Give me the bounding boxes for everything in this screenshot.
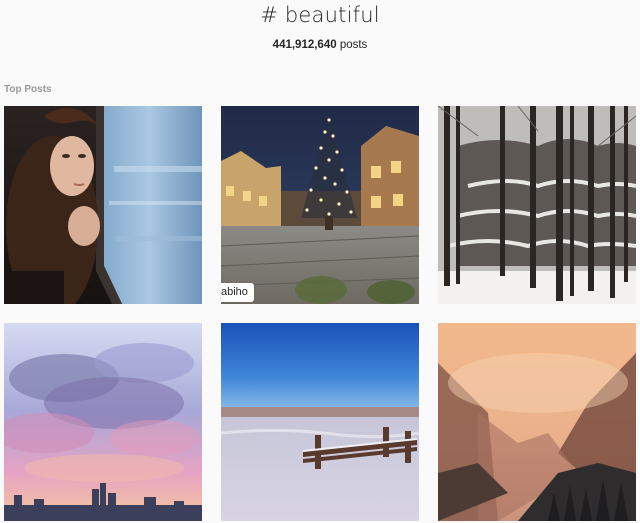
- post-count: 441,912,640 posts: [0, 39, 640, 51]
- top-posts-heading: Top Posts: [4, 84, 52, 95]
- post-count-number: 441,912,640: [272, 39, 337, 51]
- post-thumbnail-misty-valley[interactable]: [438, 323, 636, 521]
- post-image: [438, 323, 636, 521]
- post-thumbnail-woman-train-window[interactable]: [4, 106, 202, 304]
- post-image: [4, 106, 202, 304]
- hashtag-page: # beautiful 441,912,640 posts Top Posts: [0, 0, 640, 523]
- post-image: [221, 106, 419, 304]
- post-thumbnail-christmas-tree-square[interactable]: [221, 106, 419, 304]
- post-username-tag: abiho: [221, 283, 254, 302]
- post-count-suffix: posts: [336, 39, 368, 51]
- post-thumbnail-pastel-sky[interactable]: [4, 323, 202, 521]
- hashtag-title: # beautiful: [260, 3, 380, 27]
- post-thumbnail-winter-beach[interactable]: [221, 323, 419, 521]
- post-thumbnail-snowy-forest[interactable]: [438, 106, 636, 304]
- post-image: [221, 323, 419, 521]
- post-image: [438, 106, 636, 304]
- post-image: [4, 323, 202, 521]
